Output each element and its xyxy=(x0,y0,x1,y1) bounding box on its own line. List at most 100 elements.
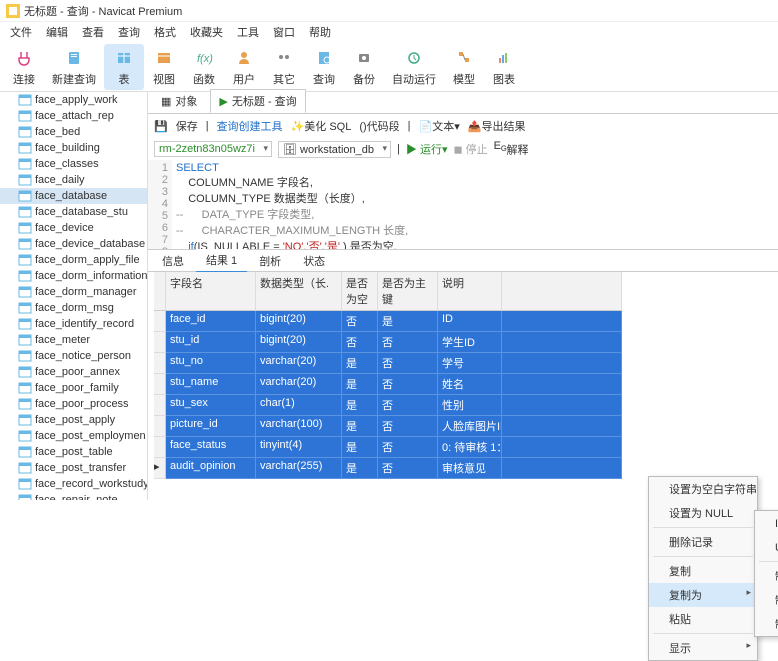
tree-item[interactable]: face_classes xyxy=(0,156,147,172)
tool-view[interactable]: 视图 xyxy=(144,44,184,90)
row-header[interactable] xyxy=(154,437,166,458)
tree-item[interactable]: face_daily xyxy=(0,172,147,188)
grid-cell[interactable]: 0: 待审核 1：已通过 xyxy=(438,437,502,458)
grid-cell[interactable]: tinyint(4) xyxy=(256,437,342,458)
grid-cell[interactable]: stu_no xyxy=(166,353,256,374)
stop-button[interactable]: ◼ 停止 xyxy=(453,141,487,157)
tool-query[interactable]: 查询 xyxy=(304,44,344,90)
grid-cell[interactable]: 性别 xyxy=(438,395,502,416)
tab-info[interactable]: 信息 xyxy=(152,250,194,272)
tree-item[interactable]: face_poor_family xyxy=(0,380,147,396)
grid-cell[interactable]: 学生ID xyxy=(438,332,502,353)
tree-item[interactable]: face_database xyxy=(0,188,147,204)
ctx-copy[interactable]: 复制 xyxy=(649,559,757,583)
run-button[interactable]: ▶ 运行▾ xyxy=(406,141,448,157)
ctx-set-null[interactable]: 设置为 NULL xyxy=(649,501,757,525)
beautify-button[interactable]: ✨美化 SQL xyxy=(291,118,352,134)
tree-item[interactable]: face_post_employmen xyxy=(0,428,147,444)
grid-cell[interactable]: face_id xyxy=(166,311,256,332)
tree-item[interactable]: face_building xyxy=(0,140,147,156)
export-button[interactable]: 📤导出结果 xyxy=(468,118,526,134)
row-header[interactable] xyxy=(154,374,166,395)
tree-item[interactable]: face_bed xyxy=(0,124,147,140)
grid-cell[interactable]: 是 xyxy=(342,437,378,458)
menu-help[interactable]: 帮助 xyxy=(303,22,337,42)
tree-item[interactable]: face_repair_note xyxy=(0,492,147,500)
menu-query[interactable]: 查询 xyxy=(112,22,146,42)
grid-cell[interactable]: 是 xyxy=(342,374,378,395)
tab-objects[interactable]: ▦ 对象 xyxy=(152,89,206,113)
col-header[interactable]: 字段名 xyxy=(166,272,256,311)
col-header[interactable]: 数据类型（长. xyxy=(256,272,342,311)
tree-item[interactable]: face_record_workstudy xyxy=(0,476,147,492)
tool-sheet[interactable]: 新建查询 xyxy=(44,44,104,90)
tree-item[interactable]: face_apply_work xyxy=(0,92,147,108)
tab-profile[interactable]: 剖析 xyxy=(249,250,291,272)
grid-cell[interactable]: 否 xyxy=(378,332,438,353)
grid-cell[interactable]: 否 xyxy=(342,311,378,332)
grid-cell[interactable]: face_status xyxy=(166,437,256,458)
grid-cell[interactable]: 是 xyxy=(378,311,438,332)
tool-chart[interactable]: 图表 xyxy=(484,44,524,90)
grid-cell[interactable]: stu_id xyxy=(166,332,256,353)
tree-item[interactable]: face_dorm_msg xyxy=(0,300,147,316)
toolbox-button[interactable]: 查询创建工具 xyxy=(217,118,283,134)
sub-tsv-both[interactable]: 制表符分隔值（字段名和数据） xyxy=(755,612,778,636)
menu-favorites[interactable]: 收藏夹 xyxy=(184,22,229,42)
tab-status[interactable]: 状态 xyxy=(293,250,335,272)
tool-auto[interactable]: 自动运行 xyxy=(384,44,444,90)
ctx-set-empty[interactable]: 设置为空白字符串 xyxy=(649,477,757,501)
database-combo[interactable]: 🗄 workstation_db xyxy=(278,141,391,158)
grid-cell[interactable]: varchar(20) xyxy=(256,353,342,374)
grid-cell[interactable]: stu_name xyxy=(166,374,256,395)
grid-cell[interactable]: 否 xyxy=(378,374,438,395)
ctx-show[interactable]: 显示 xyxy=(649,636,757,660)
tool-backup[interactable]: 备份 xyxy=(344,44,384,90)
connection-combo[interactable]: rm-2zetn83n05wz7i xyxy=(154,141,272,157)
tree-item[interactable]: face_device_database xyxy=(0,236,147,252)
tree-item[interactable]: face_dorm_manager xyxy=(0,284,147,300)
col-header[interactable]: 是否为空 xyxy=(342,272,378,311)
ctx-copy-as[interactable]: 复制为 xyxy=(649,583,757,607)
menu-file[interactable]: 文件 xyxy=(4,22,38,42)
tree-item[interactable]: face_notice_person xyxy=(0,348,147,364)
grid-cell[interactable]: stu_sex xyxy=(166,395,256,416)
grid-cell[interactable]: 姓名 xyxy=(438,374,502,395)
menu-window[interactable]: 窗口 xyxy=(267,22,301,42)
tree-item[interactable]: face_post_transfer xyxy=(0,460,147,476)
grid-cell[interactable]: 学号 xyxy=(438,353,502,374)
tab-query[interactable]: ▶ 无标题 - 查询 xyxy=(210,89,305,113)
tree-item[interactable]: face_identify_record xyxy=(0,316,147,332)
col-header[interactable]: 是否为主键 xyxy=(378,272,438,311)
sub-update[interactable]: Update 语句 xyxy=(755,535,778,559)
grid-cell[interactable]: 审核意见 xyxy=(438,458,502,479)
grid-cell[interactable]: varchar(100) xyxy=(256,416,342,437)
explain-button[interactable]: Eᴳ解释 xyxy=(494,140,529,158)
grid-cell[interactable]: char(1) xyxy=(256,395,342,416)
tree-item[interactable]: face_device xyxy=(0,220,147,236)
grid-cell[interactable]: 是 xyxy=(342,458,378,479)
sql-code[interactable]: SELECT COLUMN_NAME 字段名, COLUMN_TYPE 数据类型… xyxy=(172,160,420,249)
grid-cell[interactable]: 是 xyxy=(342,416,378,437)
row-header[interactable] xyxy=(154,332,166,353)
grid-cell[interactable]: varchar(20) xyxy=(256,374,342,395)
grid-cell[interactable]: 否 xyxy=(378,395,438,416)
grid-cell[interactable]: picture_id xyxy=(166,416,256,437)
tab-result1[interactable]: 结果 1 xyxy=(196,249,247,273)
tree-item[interactable]: face_dorm_apply_file xyxy=(0,252,147,268)
tree-item[interactable]: face_meter xyxy=(0,332,147,348)
ctx-delete[interactable]: 删除记录 xyxy=(649,530,757,554)
tool-table[interactable]: 表 xyxy=(104,44,144,90)
tree-item[interactable]: face_poor_process xyxy=(0,396,147,412)
sub-insert[interactable]: Insert 语句 xyxy=(755,511,778,535)
tree-item[interactable]: face_database_stu xyxy=(0,204,147,220)
grid-cell[interactable]: varchar(255) xyxy=(256,458,342,479)
row-header[interactable] xyxy=(154,395,166,416)
tool-plug[interactable]: 连接 xyxy=(4,44,44,90)
tool-user[interactable]: 用户 xyxy=(224,44,264,90)
grid-cell[interactable]: 是 xyxy=(342,395,378,416)
row-header[interactable] xyxy=(154,353,166,374)
grid-cell[interactable]: 否 xyxy=(378,353,438,374)
ctx-paste[interactable]: 粘贴 xyxy=(649,607,757,631)
tree-item[interactable]: face_poor_annex xyxy=(0,364,147,380)
